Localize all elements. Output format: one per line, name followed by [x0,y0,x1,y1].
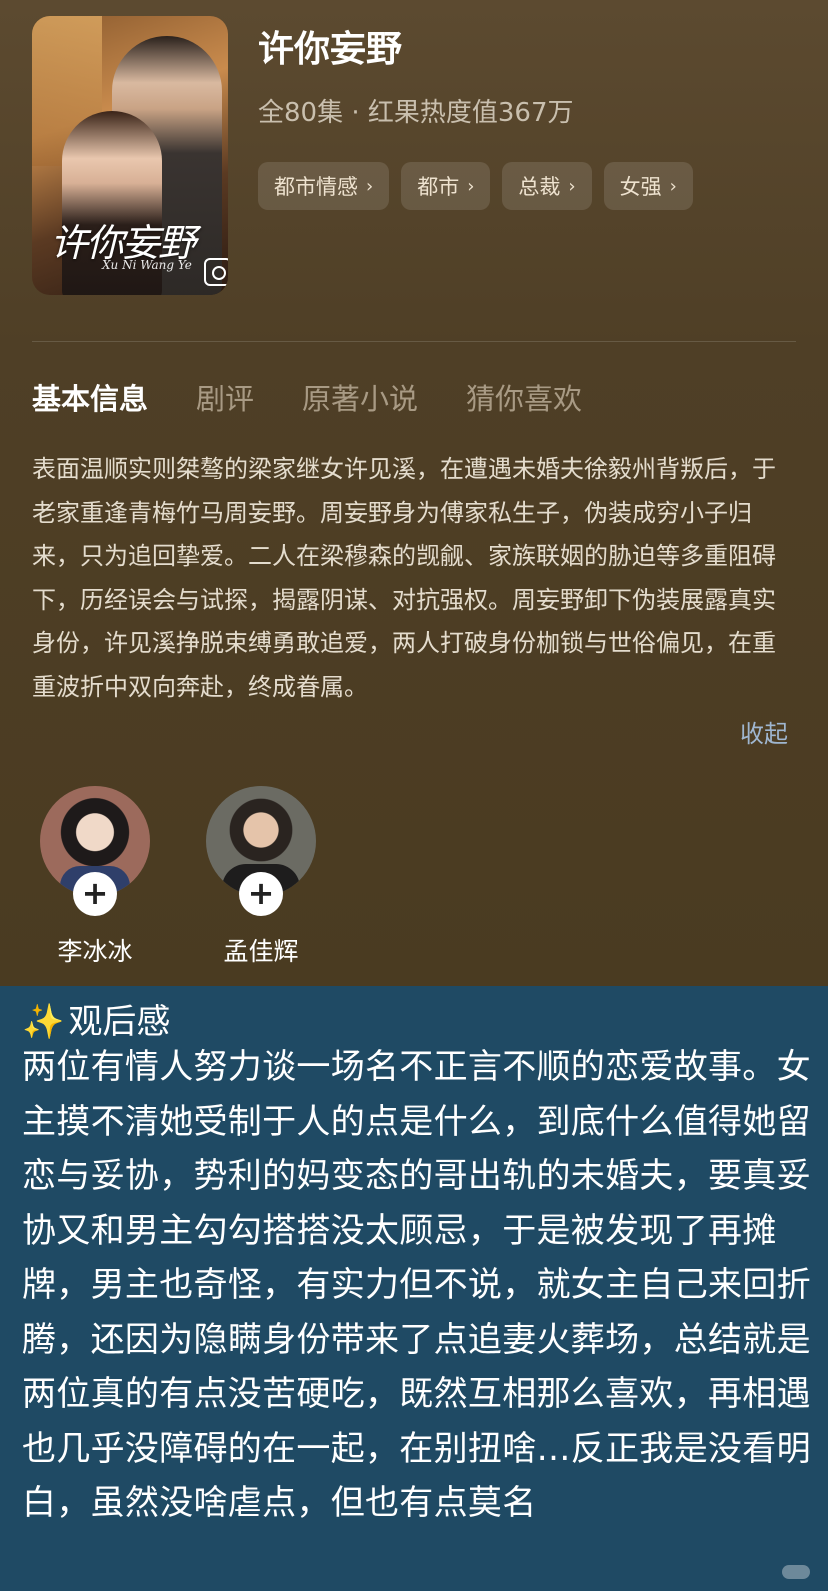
cast-member[interactable]: + 李冰冰 [40,786,150,968]
tag-strong-heroine[interactable]: 女强 › [603,162,693,210]
chevron-right-icon: › [568,175,576,197]
tag-ceo[interactable]: 总裁 › [502,162,592,210]
tab-reviews[interactable]: 剧评 [196,376,254,418]
tag-label: 女强 [619,175,662,199]
tab-recommendations[interactable]: 猜你喜欢 [466,376,582,418]
collapse-button[interactable]: 收起 [740,714,788,749]
tab-original-novel[interactable]: 原著小说 [302,376,418,418]
tag-label: 都市情感 [274,175,358,199]
drama-meta: 全80集 · 红果热度值367万 [258,98,574,128]
image-search-icon[interactable] [204,258,228,286]
tag-label: 总裁 [518,175,561,199]
review-title: 观后感 [68,1002,171,1042]
chevron-right-icon: › [669,175,677,197]
drama-detail-header: 许你妄野 Xu Ni Wang Ye 许你妄野 全80集 · 红果热度值367万… [0,0,828,986]
drama-title: 许你妄野 [258,29,403,70]
drama-poster[interactable]: 许你妄野 Xu Ni Wang Ye [32,16,228,295]
chevron-right-icon: › [467,175,475,197]
tab-basic-info[interactable]: 基本信息 [32,376,148,418]
tag-urban[interactable]: 都市 › [401,162,491,210]
follow-plus-icon[interactable]: + [239,872,283,916]
review-body: 两位有情人努力谈一场名不正言不顺的恋爱故事。女主摸不清她受制于人的点是什么，到底… [22,1047,811,1523]
tag-urban-romance[interactable]: 都市情感 › [258,162,390,210]
genre-tags: 都市情感 › 都市 › 总裁 › 女强 › [258,162,693,210]
sparkles-icon: ✨ [22,1002,65,1042]
section-divider [32,341,796,342]
chevron-right-icon: › [366,175,374,197]
cast-name: 孟佳辉 [223,937,299,966]
tag-label: 都市 [417,175,460,199]
follow-plus-icon[interactable]: + [73,872,117,916]
cast-name: 李冰冰 [57,937,133,966]
poster-subtitle: Xu Ni Wang Ye [102,258,192,272]
review-heading: ✨ 观后感 [22,994,170,1043]
synopsis-text: 表面温顺实则桀骜的梁家继女许见溪，在遭遇未婚夫徐毅州背叛后，于老家重逢青梅竹马周… [32,455,776,701]
cast-member[interactable]: + 孟佳辉 [206,786,316,968]
cast-list: + 李冰冰 + 孟佳辉 [40,786,316,968]
watermark-badge [782,1565,810,1579]
detail-tabs: 基本信息 剧评 原著小说 猜你喜欢 [32,376,582,418]
review-overlay: ✨ 观后感 两位有情人努力谈一场名不正言不顺的恋爱故事。女主摸不清她受制于人的点是… [0,986,828,1591]
